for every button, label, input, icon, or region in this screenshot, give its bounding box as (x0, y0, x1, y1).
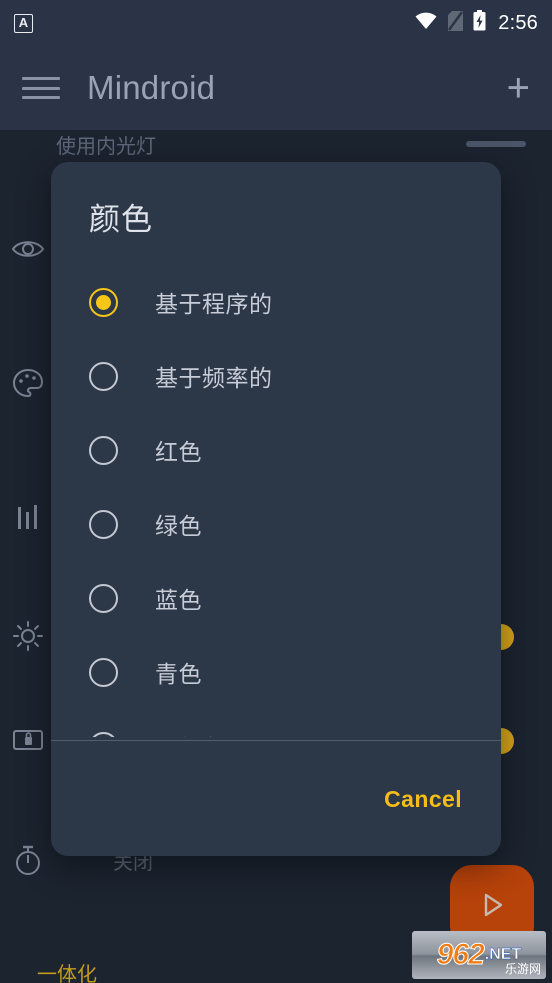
radio-button[interactable] (89, 583, 118, 613)
radio-button[interactable] (89, 657, 118, 687)
radio-option-label: 蓝色 (155, 587, 202, 613)
site-watermark: 962 .NET 乐游网 (412, 931, 546, 979)
status-bar-clock: 2:56 (498, 11, 538, 34)
radio-option-row[interactable]: 青色 (51, 635, 501, 709)
status-bar-system-icons: 2:56 (414, 10, 538, 36)
hamburger-menu-icon[interactable] (22, 73, 60, 103)
watermark-brand: 962 (436, 938, 485, 972)
radio-option-label: 品红色 (155, 729, 226, 737)
no-sim-icon (448, 10, 464, 36)
radio-option-row[interactable]: 红色 (51, 413, 501, 487)
dialog-action-bar: Cancel (51, 742, 501, 856)
radio-option-row[interactable]: 品红色 (51, 709, 501, 737)
play-triangle-icon (475, 888, 509, 927)
radio-button[interactable] (89, 731, 118, 737)
wifi-icon (414, 12, 438, 35)
list-divider (51, 740, 501, 741)
color-picker-dialog: 颜色 基于程序的 基于频率的 红色 绿色 蓝色 青色 Cancel (51, 162, 501, 856)
app-letter-a-icon: A (14, 13, 33, 33)
equalizer-icon (0, 505, 56, 531)
radio-button[interactable] (89, 435, 118, 465)
radio-option-label: 红色 (155, 439, 202, 465)
radio-options-list[interactable]: 基于程序的 基于频率的 红色 绿色 蓝色 青色 (51, 265, 501, 737)
section-header-label: 一体化 (37, 963, 97, 983)
page-title: Mindroid (87, 69, 216, 106)
cancel-button[interactable]: Cancel (384, 786, 462, 813)
radio-option-row[interactable]: 基于程序的 (51, 265, 501, 339)
app-bar: Mindroid + (0, 46, 552, 130)
palette-icon (0, 369, 56, 397)
lock-screen-icon (0, 728, 56, 752)
radio-button[interactable] (89, 361, 118, 391)
radio-option-label: 青色 (155, 661, 202, 687)
radio-button[interactable] (89, 509, 118, 539)
radio-option-row[interactable]: 绿色 (51, 487, 501, 561)
status-bar-notifications: A (14, 13, 33, 33)
battery-charging-icon (473, 10, 486, 36)
brightness-icon (0, 621, 56, 651)
timer-icon (0, 844, 56, 876)
toggle-switch[interactable] (466, 141, 526, 147)
radio-option-row[interactable]: 基于频率的 (51, 339, 501, 413)
radio-option-row[interactable]: 蓝色 (51, 561, 501, 635)
radio-option-label: 基于频率的 (155, 365, 273, 391)
watermark-subtitle: 乐游网 (504, 962, 541, 976)
eye-icon (0, 238, 56, 260)
radio-button-selected[interactable] (89, 287, 118, 317)
phone-screen: A 2:56 Mindroid + 使用内光灯 关闭 一体化 颜色 基于程序的 … (0, 0, 552, 983)
list-item-label: 使用内光灯 (56, 135, 156, 158)
status-bar: A 2:56 (0, 0, 552, 46)
dialog-title: 颜色 (89, 202, 153, 237)
radio-option-label: 基于程序的 (155, 291, 273, 317)
radio-option-label: 绿色 (155, 513, 202, 539)
plus-icon[interactable]: + (507, 68, 530, 108)
